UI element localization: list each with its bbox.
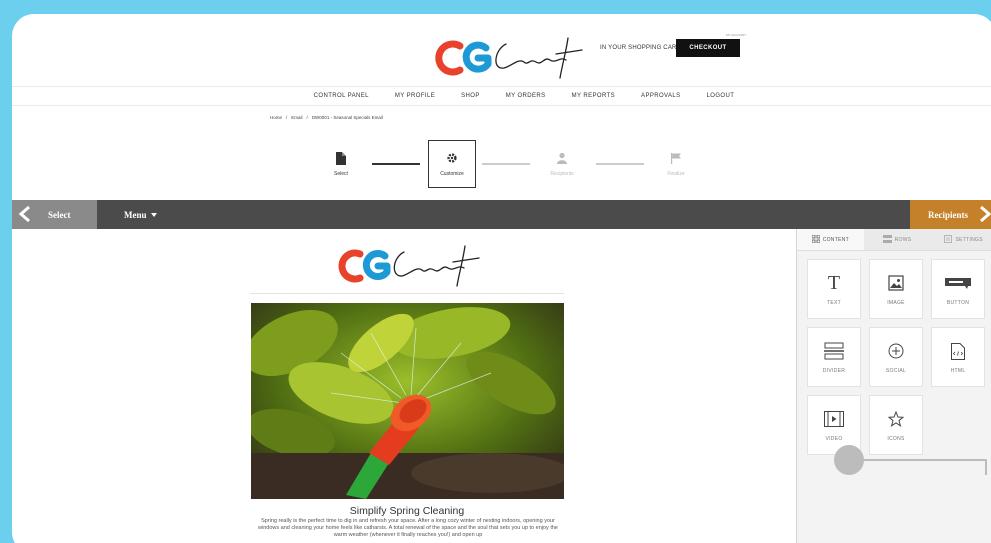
main-nav: CONTROL PANEL MY PROFILE SHOP MY ORDERS … [12,86,991,106]
chevron-left-icon [18,206,30,222]
progress-stepper: Select Customize Recipients Finalize [312,140,712,190]
flag-icon [670,152,682,168]
block-text[interactable]: T TEXT [807,259,861,319]
step-connector [482,163,530,165]
rows-icon [882,234,892,245]
step-customize[interactable]: Customize [428,140,476,188]
breadcrumb-home[interactable]: Home [270,115,282,120]
cart-count[interactable]: IN YOUR SHOPPING CART: 2 [600,45,687,51]
breadcrumb-separator: / [286,115,288,120]
block-label: BUTTON [946,300,970,306]
step-connector [372,163,420,165]
nav-my-orders[interactable]: MY ORDERS [506,93,546,99]
settings-icon [944,234,953,245]
step-label: Finalize [667,170,685,177]
recipients-next-button[interactable]: Recipients [910,200,991,229]
step-finalize[interactable]: Finalize [652,140,700,188]
menu-label: Menu [124,209,147,220]
block-label: IMAGE [887,300,905,306]
nav-approvals[interactable]: APPROVALS [641,93,681,99]
site-header: MY ACCOUNT IN YOUR SHOPPING CART: 2 CHEC… [12,14,991,86]
callout-line [985,459,987,475]
button-icon [945,272,971,294]
tab-label: SETTINGS [955,236,983,243]
block-divider[interactable]: DIVIDER [807,327,861,387]
nav-shop[interactable]: SHOP [461,93,480,99]
email-logo[interactable] [334,239,484,291]
tab-content[interactable]: CONTENT [797,229,864,251]
block-label: VIDEO [825,436,843,442]
breadcrumb-separator: / [306,115,308,120]
hero-image[interactable] [251,303,564,499]
tab-label: CONTENT [822,236,849,243]
chevron-right-icon [980,206,991,222]
tab-label: ROWS [894,236,912,243]
nav-control-panel[interactable]: CONTROL PANEL [314,93,369,99]
step-label: Recipients [550,170,574,177]
block-icons[interactable]: ICONS [869,395,923,455]
block-label: HTML [950,368,966,374]
email-headline[interactable]: Simplify Spring Cleaning [250,505,564,517]
document-icon [336,151,346,168]
divider-icon [824,340,844,362]
block-label: DIVIDER [822,368,846,374]
nav-my-reports[interactable]: MY REPORTS [572,93,615,99]
block-html[interactable]: HTML [931,327,985,387]
callout-marker [834,445,864,475]
editor-toolbar: Select Menu Recipients [12,200,991,229]
email-canvas[interactable]: Simplify Spring Cleaning Spring really i… [12,229,796,543]
select-label: Select [48,209,71,220]
social-icon [888,340,904,362]
select-back-button[interactable]: Select [12,200,97,229]
panel-tabs: CONTENT ROWS SETTINGS [797,229,991,251]
step-select[interactable]: Select [317,140,365,188]
nav-logout[interactable]: LOGOUT [707,93,735,99]
tab-settings[interactable]: SETTINGS [930,229,991,251]
video-icon [824,408,844,430]
step-label: Customize [440,170,464,177]
block-image[interactable]: IMAGE [869,259,923,319]
breadcrumb-email[interactable]: Email [291,115,302,120]
email-divider [250,293,564,294]
callout-line [862,459,987,461]
block-social[interactable]: SOCIAL [869,327,923,387]
tab-rows[interactable]: ROWS [863,229,931,251]
caret-down-icon [150,212,157,217]
account-link[interactable]: MY ACCOUNT [726,33,746,37]
grid-icon [811,234,821,245]
step-recipients[interactable]: Recipients [538,140,586,188]
block-button[interactable]: BUTTON [931,259,985,319]
block-label: TEXT [827,300,841,306]
breadcrumb-current: DW0001 - Seasonal Specials Email [311,115,383,120]
content-panel: CONTENT ROWS SETTINGS T TEXT IMAGE BUTTO… [796,229,991,543]
nav-my-profile[interactable]: MY PROFILE [395,93,435,99]
person-icon [556,152,568,168]
block-label: SOCIAL [885,368,907,374]
block-label: ICONS [887,436,905,442]
text-icon: T [827,271,841,294]
menu-dropdown[interactable]: Menu [124,200,157,229]
gear-icon [446,152,458,168]
breadcrumb: Home / Email / DW0001 - Seasonal Special… [270,115,383,120]
step-label: Select [334,170,348,177]
recipients-label: Recipients [928,209,968,220]
checkout-button[interactable]: CHECKOUT [676,39,740,57]
email-body-text[interactable]: Spring really is the perfect time to dig… [256,518,560,539]
html-icon [951,340,965,362]
image-icon [888,272,904,294]
star-icon [888,408,904,430]
cgconnect-logo[interactable] [432,32,592,82]
content-blocks-grid: T TEXT IMAGE BUTTON DIVIDER SOCIAL HTML … [807,259,985,455]
step-connector [596,163,644,165]
